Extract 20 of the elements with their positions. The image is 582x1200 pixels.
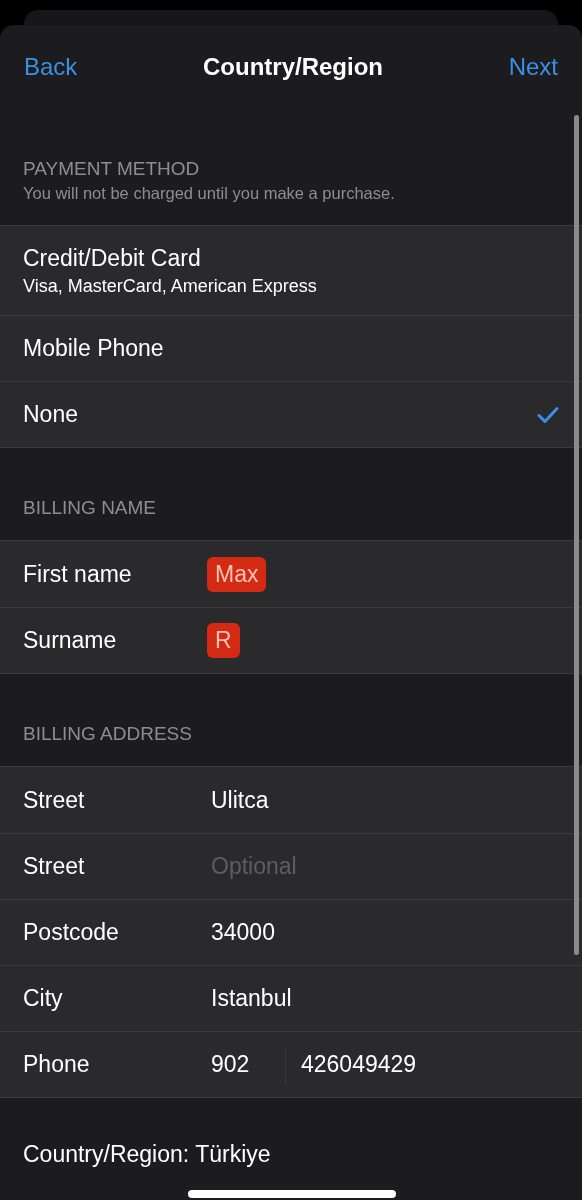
field-label: Street (23, 786, 86, 814)
field-label: Street (23, 853, 86, 880)
section-header: BILLING ADDRESS (23, 722, 193, 746)
section-header: PAYMENT METHOD (23, 157, 201, 181)
input-field[interactable]: Istanbul (211, 985, 292, 1012)
field-label: Surname (23, 627, 118, 654)
field-label: Postcode (23, 919, 120, 946)
country-region-text: Country/Region: Türkiye (22, 1140, 272, 1168)
phone-number-field[interactable]: 426049429 (301, 1051, 417, 1078)
field-label: City (23, 985, 64, 1012)
country-code-field[interactable]: 902 (211, 1051, 285, 1078)
field-label: First name (23, 560, 133, 588)
back-button[interactable]: Back (24, 53, 78, 81)
next-button[interactable]: Next (508, 53, 558, 81)
field-label: Phone (23, 1051, 91, 1078)
input-field[interactable]: Ulitca (211, 786, 269, 814)
input-field[interactable]: 34000 (211, 919, 275, 946)
section-subtitle: You will not be charged until you make a purchase. (23, 183, 396, 204)
section-header: BILLING NAME (23, 496, 158, 520)
screen-title: Country/Region (203, 53, 383, 81)
